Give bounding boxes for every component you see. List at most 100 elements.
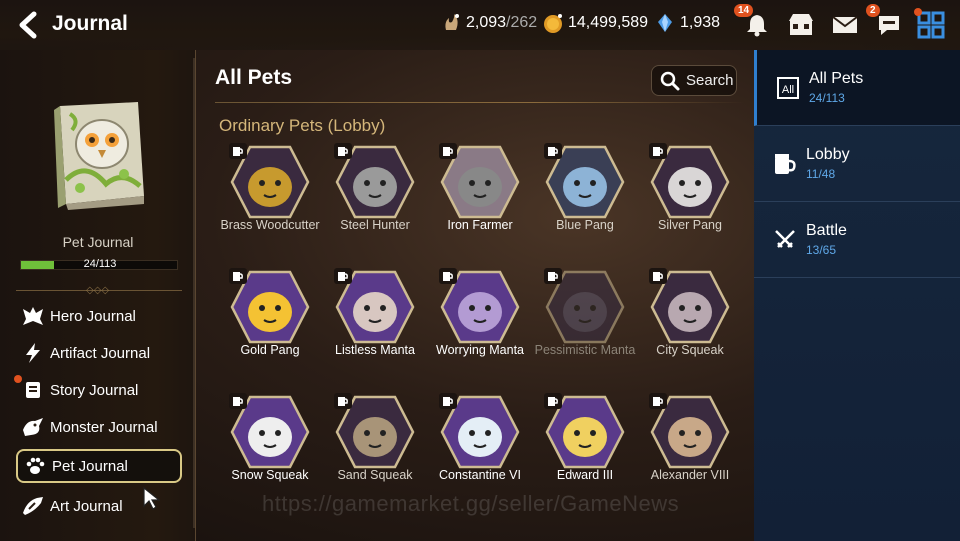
mail-button[interactable] <box>830 10 860 40</box>
mug-icon <box>649 268 667 284</box>
menu-label: Story Journal <box>50 381 139 399</box>
page-title: Journal <box>52 12 128 35</box>
watermark: https://gamemarket.gg/seller/GameNews <box>262 491 680 516</box>
category-count: 24/113 <box>809 91 845 105</box>
menu-hero-journal[interactable]: Hero Journal <box>16 299 182 333</box>
mug-icon <box>544 393 562 409</box>
category-count: 13/65 <box>806 243 837 257</box>
menu-monster-journal[interactable]: Monster Journal <box>16 410 182 444</box>
category-name: All Pets <box>809 70 864 87</box>
mug-icon <box>544 268 562 284</box>
crystal-value: 1,938 <box>680 14 721 31</box>
all-icon: All <box>773 73 803 103</box>
chat-icon <box>879 16 899 35</box>
chat-button[interactable]: 2 <box>866 4 904 40</box>
gold-counter[interactable]: 14,499,589 <box>542 12 648 34</box>
pet-card[interactable]: Pessimistic Manta <box>535 265 635 383</box>
crystal-icon <box>658 14 672 32</box>
pet-name: Iron Farmer <box>447 218 513 232</box>
stamina-value: 2,093 <box>466 14 507 31</box>
pet-card[interactable]: Gold Pang <box>220 265 320 383</box>
section-title: Ordinary Pets (Lobby) <box>219 116 386 135</box>
gold-value: 14,499,589 <box>568 14 649 31</box>
pet-card[interactable]: Blue Pang <box>535 140 635 258</box>
category-lobby[interactable]: Lobby 11/48 <box>754 126 960 202</box>
mug-icon <box>334 143 352 159</box>
pet-name: Alexander VIII <box>650 468 730 482</box>
pet-name: Pessimistic Manta <box>534 343 636 357</box>
pet-card[interactable]: Listless Manta <box>325 265 425 383</box>
shop-button[interactable] <box>786 10 816 40</box>
swords-icon <box>770 225 800 255</box>
back-button[interactable] <box>14 10 42 40</box>
pet-journal-book-icon <box>54 102 144 210</box>
gold-icon <box>544 14 562 33</box>
svg-text:All: All <box>782 84 794 96</box>
mug-icon <box>229 143 247 159</box>
mug-icon <box>439 393 457 409</box>
pet-name: Gold Pang <box>240 343 300 357</box>
scroll-icon <box>20 377 46 403</box>
menu-label: Monster Journal <box>50 418 158 436</box>
category-name: Battle <box>806 222 847 239</box>
pet-grid: Brass Woodcutter Steel Hunter Iron Farmer B… <box>220 140 750 541</box>
stamina-counter[interactable]: 2,093 /262 <box>440 12 537 34</box>
chat-badge: 2 <box>866 4 880 17</box>
pet-name: Blue Pang <box>556 218 614 232</box>
divider-ornament: ◇◇◇ <box>86 285 110 296</box>
pet-name: City Squeak <box>656 343 724 357</box>
progress-text: 24/113 <box>83 258 117 270</box>
menu-story-journal[interactable]: Story Journal <box>14 373 182 407</box>
lightning-icon <box>20 340 46 366</box>
mug-icon <box>334 268 352 284</box>
crystal-counter[interactable]: 1,938 <box>654 12 720 34</box>
scroll-rail <box>193 58 195 528</box>
stamina-max: /262 <box>506 14 538 31</box>
hero-icon <box>20 303 46 329</box>
back-arrow-icon <box>19 11 37 39</box>
journal-label: Pet Journal <box>62 234 134 250</box>
pet-name: Steel Hunter <box>340 218 410 232</box>
mug-icon <box>544 143 562 159</box>
pet-card[interactable]: Silver Pang <box>640 140 740 258</box>
title-separator <box>215 102 745 103</box>
pet-card[interactable]: Worrying Manta <box>430 265 530 383</box>
notification-badge: 14 <box>734 4 754 17</box>
menu-artifact-journal[interactable]: Artifact Journal <box>16 336 182 370</box>
menu-label: Pet Journal <box>52 457 128 475</box>
paw-icon <box>22 453 48 479</box>
category-battle[interactable]: Battle 13/65 <box>754 202 960 278</box>
monster-icon <box>20 414 46 440</box>
pet-card[interactable]: Steel Hunter <box>325 140 425 258</box>
journal-progress-bar: 24/113 <box>20 258 178 270</box>
pet-name: Edward III <box>556 468 614 482</box>
menu-label: Artifact Journal <box>50 344 151 362</box>
main-title: All Pets <box>215 66 293 89</box>
mouse-cursor-icon <box>143 486 160 510</box>
main-content: All Pets Search Ordinary Pets (Lobby) Br… <box>200 50 754 541</box>
mug-icon <box>229 268 247 284</box>
pet-name: Worrying Manta <box>436 343 524 357</box>
stamina-icon <box>445 14 459 30</box>
category-count: 11/48 <box>806 167 836 181</box>
notifications-button[interactable]: 14 <box>734 4 772 40</box>
mug-icon <box>439 268 457 284</box>
mug-icon <box>439 143 457 159</box>
category-all-pets[interactable]: All All Pets 24/113 <box>754 50 960 126</box>
shop-icon <box>789 14 813 35</box>
mug-icon <box>229 393 247 409</box>
mug-icon <box>770 149 800 179</box>
brush-icon <box>20 493 46 519</box>
pet-card[interactable]: City Squeak <box>640 265 740 383</box>
pet-card[interactable]: Brass Woodcutter <box>220 140 320 258</box>
search-button[interactable]: Search <box>651 65 737 96</box>
menu-label: Art Journal <box>50 497 123 515</box>
left-panel: Pet Journal 24/113 ◇◇◇ Hero Journal Arti… <box>0 50 196 541</box>
menu-grid-button[interactable] <box>914 8 946 40</box>
menu-pet-journal[interactable]: Pet Journal <box>16 449 182 483</box>
category-name: Lobby <box>806 146 850 163</box>
mug-icon <box>334 393 352 409</box>
search-label: Search <box>686 72 734 89</box>
pet-name: Listless Manta <box>335 343 415 357</box>
pet-card[interactable]: Iron Farmer <box>430 140 530 258</box>
